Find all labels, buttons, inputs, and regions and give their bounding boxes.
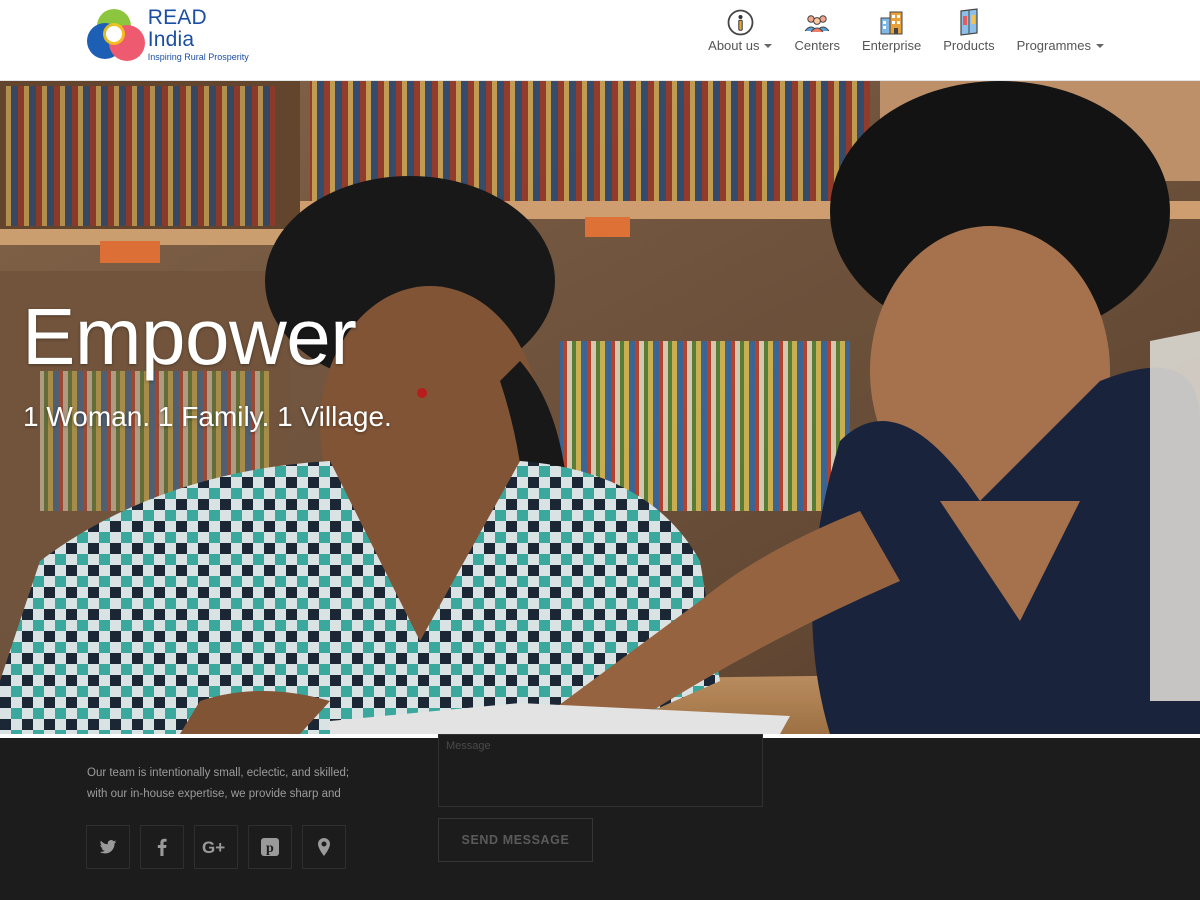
- logo-mark-icon: [87, 9, 145, 61]
- footer-about-line: with our in-house expertise, we provide …: [87, 788, 341, 800]
- hero-title: Empower: [22, 292, 357, 381]
- nav-label-enterprise: Enterprise: [862, 38, 922, 53]
- send-message-button[interactable]: SEND MESSAGE: [438, 818, 593, 862]
- buildings-icon: [878, 8, 906, 36]
- social-links: G+ p: [86, 825, 346, 869]
- facebook-icon: [157, 838, 167, 856]
- nav-label-programmes: Programmes: [1016, 38, 1091, 53]
- main-nav: About us Centers Enterprise Products Pro…: [708, 8, 1104, 53]
- map-pin-icon: [318, 838, 330, 856]
- pinterest-button[interactable]: p: [248, 825, 292, 869]
- logo[interactable]: READ India Inspiring Rural Prosperity: [87, 6, 257, 62]
- google-plus-button[interactable]: G+: [194, 825, 238, 869]
- svg-text:p: p: [266, 841, 274, 856]
- book-icon: [955, 8, 983, 36]
- nav-item-enterprise[interactable]: Enterprise: [862, 8, 921, 53]
- nav-label-products: Products: [943, 38, 995, 53]
- twitter-icon: [99, 839, 117, 853]
- site-header: READ India Inspiring Rural Prosperity Ab…: [0, 0, 1200, 81]
- hero-subtitle: 1 Woman. 1 Family. 1 Village.: [23, 401, 392, 432]
- google-plus-icon: G+: [202, 838, 225, 856]
- chevron-down-icon: [764, 43, 773, 48]
- site-footer: Our team is intentionally small, eclecti…: [0, 734, 1200, 900]
- nav-item-centers[interactable]: Centers: [794, 8, 840, 53]
- brand-name: READ India: [147, 6, 207, 51]
- twitter-button[interactable]: [86, 825, 130, 869]
- pinterest-icon: p: [261, 838, 279, 856]
- people-icon: [803, 8, 831, 36]
- nav-label-centers: Centers: [794, 38, 841, 53]
- footer-about: Our team is intentionally small, eclecti…: [87, 763, 357, 805]
- nav-item-about-us[interactable]: About us: [708, 8, 773, 53]
- nav-item-products[interactable]: Products: [943, 8, 995, 53]
- brand-tagline: Inspiring Rural Prosperity: [147, 52, 249, 62]
- chevron-down-icon: [1096, 43, 1104, 48]
- map-pin-button[interactable]: [302, 825, 346, 869]
- svg-text:G+: G+: [202, 838, 225, 856]
- facebook-button[interactable]: [140, 825, 184, 869]
- footer-about-line: Our team is intentionally small, eclecti…: [87, 767, 350, 779]
- nav-label-about-us: About us: [708, 38, 760, 53]
- message-input[interactable]: [438, 734, 763, 807]
- info-icon: [726, 8, 754, 36]
- hero-banner: Empower 1 Woman. 1 Family. 1 Village.: [0, 81, 1200, 734]
- nav-item-programmes[interactable]: Programmes: [1017, 8, 1104, 53]
